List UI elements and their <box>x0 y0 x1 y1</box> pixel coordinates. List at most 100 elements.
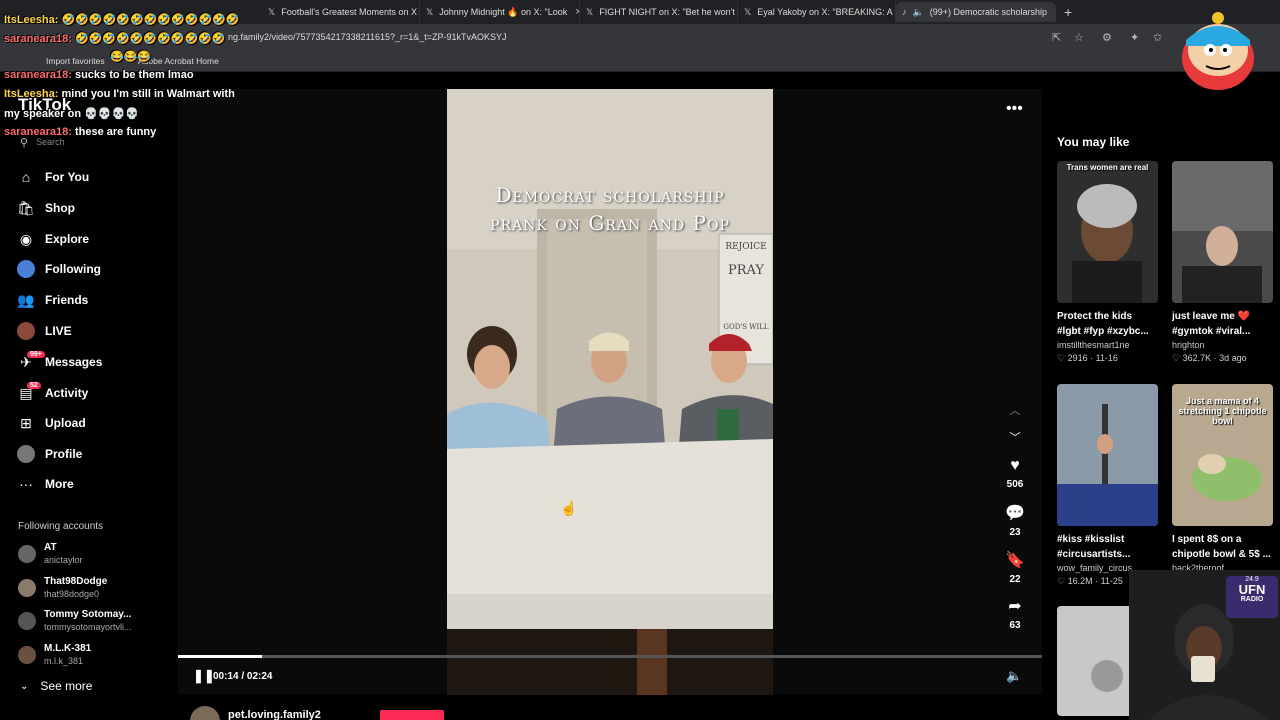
prev-video-button[interactable]: ︿ <box>1004 401 1026 419</box>
card-stats: ♡ 2916 · 11-16 <box>1057 353 1118 363</box>
close-icon[interactable]: × <box>1055 6 1056 18</box>
cartoon-avatar <box>1182 12 1254 90</box>
nav-item-messages[interactable]: ✈ 99+ Messages <box>17 350 167 374</box>
chat-message: 😂😂😂 <box>110 50 151 63</box>
speaker-icon: 🔈 <box>912 6 924 17</box>
browser-tab[interactable]: 𝕏 Eyal Yakoby on X: "BREAKING: A p × <box>738 2 896 22</box>
extension-icon[interactable]: ✦ <box>1130 31 1139 44</box>
recommended-video-card[interactable]: #kiss #kisslist #circusartists... wow_fa… <box>1057 384 1158 588</box>
following-icon <box>17 260 35 278</box>
share-button[interactable]: ➦ 63 <box>1004 596 1026 631</box>
browser-tab[interactable]: 𝕏 FIGHT NIGHT on X: "Bet he won't × <box>580 2 738 22</box>
activity-badge: 52 <box>27 382 41 389</box>
nav-label: Friends <box>45 293 89 307</box>
see-more-button[interactable]: ⌄ See more <box>20 679 92 693</box>
like-button[interactable]: ♥ 506 <box>1004 457 1026 490</box>
account-name: That98Dodge <box>44 576 108 587</box>
chat-message: my speaker on 💀💀💀💀 <box>4 107 139 120</box>
tab-label: Eyal Yakoby on X: "BREAKING: A p <box>757 7 896 17</box>
card-author: hrighton <box>1172 340 1205 350</box>
nav-item-more[interactable]: ··· More <box>17 472 167 496</box>
video-player[interactable]: REJOICE PRAY GOD'S WILL Democrat scholar… <box>447 89 773 695</box>
nav-label: Messages <box>45 355 103 369</box>
browser-tab-active[interactable]: ♪ 🔈 (99+) Democratic scholarship × <box>896 2 1056 22</box>
favorites-icon[interactable]: ✩ <box>1153 31 1162 44</box>
nav-item-activity[interactable]: ▤ 52 Activity <box>17 381 167 405</box>
chevron-up-icon: ︿ <box>1009 405 1021 417</box>
x-logo-icon: 𝕏 <box>744 6 752 17</box>
avatar <box>18 545 36 563</box>
nav-item-live[interactable]: LIVE <box>17 319 167 343</box>
svg-text:REJOICE: REJOICE <box>725 242 766 252</box>
progress-bar[interactable] <box>178 655 1042 658</box>
recommended-video-card[interactable]: just leave me ❤️ #gymtok #viral... hrigh… <box>1172 161 1273 365</box>
comment-count: 23 <box>1009 527 1021 538</box>
messages-badge: 99+ <box>27 351 45 358</box>
follow-button[interactable] <box>380 710 444 720</box>
radio-logo: 24.9 UFN RADIO <box>1226 576 1278 618</box>
comment-button[interactable]: 💬 23 <box>1004 503 1026 538</box>
star-icon[interactable]: ☆ <box>1074 31 1084 44</box>
account-handle: that98dodge0 <box>44 589 100 599</box>
nav-item-for-you[interactable]: ⌂ For You <box>17 165 167 189</box>
save-count: 22 <box>1009 574 1021 585</box>
thumbnail-image <box>1057 384 1158 526</box>
avatar <box>18 579 36 597</box>
following-account[interactable]: M.L.K-381 m.l.k_381 <box>18 640 91 670</box>
account-handle: m.l.k_381 <box>44 656 84 666</box>
recommended-video-card[interactable]: Just a mama of 4 stretching 1 chipotle b… <box>1172 384 1273 575</box>
thumbnail-text: Trans women are real <box>1066 163 1149 172</box>
save-button[interactable]: 🔖 22 <box>1004 550 1026 585</box>
friends-icon: 👥 <box>17 291 35 308</box>
browser-tab[interactable]: 𝕏 Football's Greatest Moments on X × <box>262 2 420 22</box>
search-placeholder: Search <box>36 137 65 147</box>
x-logo-icon: 𝕏 <box>426 6 434 17</box>
video-thumbnail <box>1172 161 1273 303</box>
account-name: AT <box>44 542 57 553</box>
open-in-app-icon[interactable]: ⇱ <box>1052 31 1061 44</box>
video-title-line1: Democrat scholarship <box>495 183 725 207</box>
more-icon: ··· <box>19 476 33 492</box>
bookmark-icon: 🔖 <box>1005 552 1025 569</box>
chat-text: sucks to be them lmao <box>74 69 194 81</box>
more-options-icon[interactable]: ••• <box>1006 100 1023 118</box>
heart-icon: ♥ <box>1010 457 1020 474</box>
card-stats: ♡ 362.7K · 3d ago <box>1172 353 1247 363</box>
nav-item-explore[interactable]: ◉ Explore <box>17 227 167 251</box>
progress-fill <box>178 655 262 658</box>
nav-item-profile[interactable]: Profile <box>17 442 167 466</box>
share-count: 63 <box>1009 620 1021 631</box>
nav-label: Profile <box>45 447 83 461</box>
chat-user: ItsLeesha: <box>4 88 59 100</box>
author-name[interactable]: pet.loving.family2 <box>228 709 321 720</box>
tab-label: (99+) Democratic scholarship <box>929 7 1048 17</box>
new-tab-icon[interactable]: + <box>1064 4 1072 20</box>
thumbnail-image <box>1172 161 1273 303</box>
chat-message: ItsLeesha: mind you I'm still in Walmart… <box>4 88 235 100</box>
following-account[interactable]: AT anictaylor <box>18 539 83 569</box>
nav-item-shop[interactable]: 🛍 Shop <box>17 196 167 220</box>
extension-icon[interactable]: ⚙ <box>1102 31 1112 44</box>
author-avatar[interactable] <box>190 706 220 720</box>
messages-icon: ✈ 99+ <box>17 351 45 371</box>
bookmark-import[interactable]: Import favorites <box>46 56 105 66</box>
recommended-video-card[interactable]: Trans women are real Protect the kids #l… <box>1057 161 1158 365</box>
chat-message: saraneara18: these are funny <box>4 126 156 138</box>
volume-icon[interactable]: 🔈 <box>1006 668 1022 684</box>
pause-icon[interactable]: ❚❚ <box>193 668 215 684</box>
sidebar-title: You may like <box>1057 135 1130 149</box>
nav-item-upload[interactable]: ⊞ Upload <box>17 411 167 435</box>
card-caption-2: #circusartists... <box>1057 549 1131 560</box>
see-more-label: See more <box>40 679 93 693</box>
url-text[interactable]: ng.family2/video/7577354217338211615?_r=… <box>228 32 507 42</box>
nav-item-friends[interactable]: 👥 Friends <box>17 288 167 312</box>
nav-label: For You <box>45 170 90 184</box>
like-count: 506 <box>1006 479 1024 490</box>
video-thumbnail: Just a mama of 4 stretching 1 chipotle b… <box>1172 384 1273 526</box>
nav-item-following[interactable]: Following <box>17 257 167 281</box>
next-video-button[interactable]: ﹀ <box>1004 428 1026 446</box>
following-account[interactable]: That98Dodge that98dodge0 <box>18 573 107 603</box>
browser-tab[interactable]: 𝕏 Johnny Midnight 🔥 on X: "Look × <box>420 2 580 22</box>
following-account[interactable]: Tommy Sotomay... tommysotomayortvli... <box>18 606 132 636</box>
nav-label: Activity <box>45 386 89 400</box>
